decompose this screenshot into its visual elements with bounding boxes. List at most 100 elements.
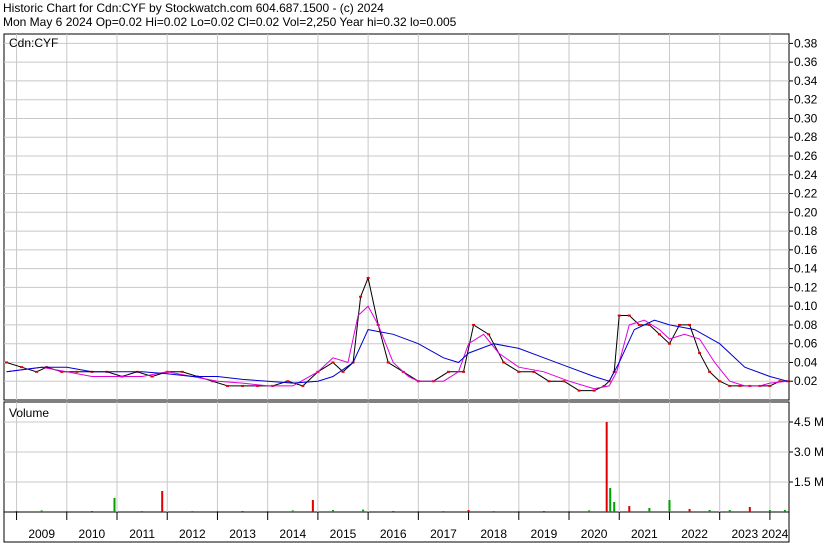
price-close-marker (462, 370, 466, 373)
price-tick-label: 0.34 (794, 74, 818, 88)
volume-bar (191, 511, 194, 512)
price-close-marker (562, 380, 566, 383)
year-label: 2016 (380, 527, 407, 541)
price-close-marker (366, 277, 370, 279)
price-close-marker (517, 370, 521, 373)
year-label: 2009 (28, 527, 55, 541)
volume-bar (748, 507, 751, 512)
price-tick-label: 0.10 (794, 299, 818, 313)
volume-bar (113, 498, 116, 512)
price-tick-label: 0.32 (794, 93, 818, 107)
volume-bar (542, 511, 545, 512)
volume-bar (492, 511, 495, 512)
price-close-marker (688, 323, 692, 326)
volume-bar (141, 511, 144, 512)
year-label: 2013 (229, 527, 256, 541)
price-tick-label: 0.08 (794, 318, 818, 332)
price-close-marker (386, 361, 390, 364)
year-label: 2018 (480, 527, 507, 541)
volume-bar (768, 510, 771, 512)
price-close-marker (341, 370, 345, 373)
price-close-marker (331, 361, 335, 364)
volume-tick-label: 3.0 M (794, 445, 824, 459)
volume-bar (668, 500, 671, 512)
year-label: 2024 (762, 527, 789, 541)
year-label: 2020 (581, 527, 608, 541)
price-close-marker (446, 370, 450, 373)
volume-bar (266, 511, 269, 512)
price-close-marker (180, 370, 184, 373)
price-tick-label: 0.16 (794, 243, 818, 257)
volume-bar (609, 488, 612, 512)
price-close-marker (768, 384, 772, 387)
price-close-marker (637, 323, 641, 326)
price-close-marker (286, 380, 290, 383)
price-panel-label: Cdn:CYF (9, 36, 58, 50)
volume-bar (362, 509, 365, 512)
price-close-marker (547, 380, 551, 383)
price-close-marker (241, 384, 245, 387)
price-tick-label: 0.22 (794, 187, 818, 201)
volume-bar (568, 511, 571, 512)
volume-bar (783, 510, 786, 512)
price-tick-label: 0.28 (794, 130, 818, 144)
price-close-marker (592, 389, 596, 392)
price-close-marker (359, 295, 363, 298)
price-tick-label: 0.38 (794, 36, 818, 50)
volume-bar (216, 511, 219, 512)
price-close-marker (667, 342, 671, 345)
price-close-marker (577, 389, 581, 392)
volume-tick-label: 1.5 M (794, 475, 824, 489)
price-tick-label: 0.24 (794, 168, 818, 182)
year-label: 2022 (681, 527, 708, 541)
price-close-marker (5, 361, 9, 364)
volume-bar (708, 510, 711, 512)
volume-bar (311, 500, 314, 512)
volume-tick-label: 4.5 M (794, 415, 824, 429)
volume-bar (588, 510, 591, 512)
year-label: 2010 (79, 527, 106, 541)
price-close-marker (698, 352, 702, 355)
volume-bar (392, 511, 395, 512)
stock-chart: 0.02 0.04 0.06 0.08 0.10 0.12 0.14 0.16 0.18 0.20… (3, 33, 824, 543)
price-close-marker (35, 370, 39, 373)
price-panel (3, 33, 790, 401)
year-label: 2023 (731, 527, 758, 541)
price-close-marker (75, 370, 79, 373)
year-label: 2014 (279, 527, 306, 541)
volume-bar (161, 491, 164, 512)
volume-bar (417, 511, 420, 512)
price-tick-label: 0.36 (794, 55, 818, 69)
price-close-marker (708, 370, 712, 373)
volume-panel-label: Volume (9, 406, 49, 420)
volume-bar (728, 510, 731, 512)
price-close-marker (718, 380, 722, 383)
volume-bar (291, 510, 294, 512)
price-close-marker (678, 323, 682, 326)
price-close-marker (487, 333, 491, 336)
price-close-marker (728, 384, 732, 387)
price-close-marker (532, 370, 536, 373)
year-label: 2015 (330, 527, 357, 541)
price-tick-label: 0.06 (794, 337, 818, 351)
price-tick-label: 0.12 (794, 280, 818, 294)
price-tick-label: 0.26 (794, 149, 818, 163)
volume-panel (3, 401, 790, 513)
price-tick-label: 0.18 (794, 224, 818, 238)
price-close-marker (150, 375, 154, 378)
volume-bar (467, 510, 470, 512)
price-close-marker (472, 323, 476, 326)
price-close-marker (657, 333, 661, 336)
volume-bar (331, 510, 334, 512)
volume-bar (648, 508, 651, 512)
price-tick-label: 0.14 (794, 262, 818, 276)
price-close-marker (301, 384, 305, 387)
volume-bar (15, 511, 18, 512)
volume-bar (90, 511, 93, 512)
price-tick-label: 0.04 (794, 355, 818, 369)
volume-bar (241, 511, 244, 512)
volume-bar (688, 509, 691, 512)
year-label: 2011 (129, 527, 155, 541)
year-label: 2019 (531, 527, 558, 541)
volume-bar (628, 506, 631, 512)
